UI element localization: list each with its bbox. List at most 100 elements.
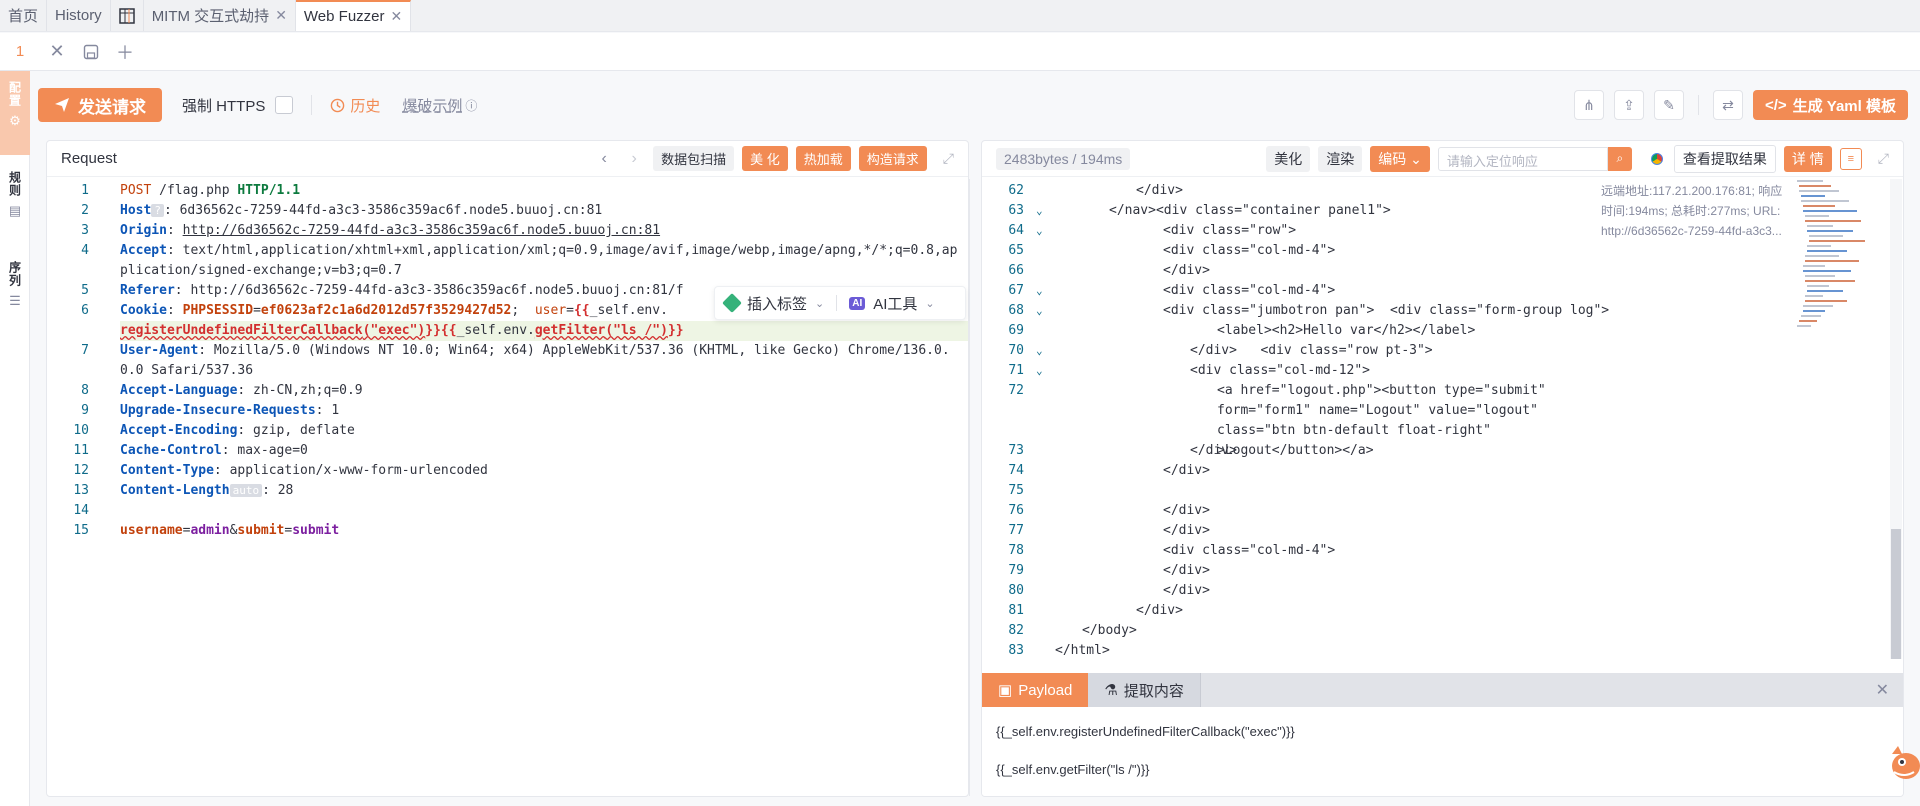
- tab-extract[interactable]: ⚗ 提取内容: [1088, 673, 1201, 707]
- line-number: 80: [1008, 583, 1024, 598]
- header-key: Origin: [120, 223, 167, 238]
- code-line: </div>: [1163, 583, 1210, 598]
- search-icon[interactable]: ⌕: [1607, 146, 1632, 171]
- template-open: {{: [440, 323, 457, 338]
- send-request-button[interactable]: 发送请求: [38, 88, 162, 122]
- tab-payload[interactable]: ▣ Payload: [982, 673, 1089, 707]
- header-key: User-Agent: [120, 343, 199, 358]
- locate-response-input[interactable]: 请输入定位响应: [1437, 146, 1608, 171]
- fold-chevron-icon[interactable]: ⌄: [1036, 201, 1043, 221]
- code-icon: </>: [1764, 96, 1787, 114]
- chevron-right-icon[interactable]: ›: [623, 150, 645, 168]
- generate-yaml-label: 生成 Yaml 模板: [1792, 97, 1896, 115]
- response-panel: 2483bytes / 194ms 美化 渲染 编码 ⌄ 请输入定位响应 ⌕ 查…: [981, 140, 1904, 797]
- fold-chevron-icon[interactable]: ⌄: [1036, 221, 1043, 241]
- sidebar-item-rules[interactable]: 规则 ▤: [0, 161, 30, 251]
- divider: [1697, 95, 1699, 115]
- beautify-button[interactable]: 美 化: [742, 146, 788, 171]
- line-number: 69: [1008, 323, 1024, 338]
- tab-web-fuzzer[interactable]: Web Fuzzer ✕: [295, 0, 412, 31]
- host-badge[interactable]: ?: [151, 204, 164, 217]
- fold-chevron-icon[interactable]: ⌄: [1036, 341, 1043, 361]
- history-button[interactable]: 历史: [330, 95, 380, 116]
- code-line: </div>: [1190, 443, 1237, 458]
- mascot-icon[interactable]: [1884, 742, 1920, 782]
- export-icon[interactable]: ⇪: [1613, 90, 1644, 120]
- save-icon[interactable]: [74, 35, 108, 69]
- code-line: Content-Type: application/x-www-form-url…: [120, 461, 960, 481]
- subtab-1[interactable]: 1: [0, 43, 40, 60]
- scrollbar-thumb[interactable]: [1891, 529, 1901, 659]
- fullscreen-icon[interactable]: ⤢: [943, 150, 954, 167]
- line-number: 75: [1008, 483, 1024, 498]
- packet-scan-button[interactable]: 数据包扫描: [653, 146, 735, 171]
- response-scrollbar[interactable]: [1890, 179, 1902, 659]
- line-number: 2: [81, 203, 89, 218]
- auto-badge[interactable]: auto: [229, 484, 263, 497]
- code-line: Cache-Control: max-age=0: [120, 441, 960, 461]
- line-number: 1: [81, 183, 89, 198]
- code-line: </body>: [1082, 623, 1137, 638]
- fullscreen-icon[interactable]: ⤢: [1878, 150, 1889, 167]
- comment-icon[interactable]: ≡: [1839, 147, 1862, 170]
- header-key: Cache-Control: [120, 443, 222, 458]
- ai-tool-button[interactable]: AI工具: [873, 293, 917, 314]
- generate-yaml-button[interactable]: </> 生成 Yaml 模板: [1752, 90, 1908, 120]
- tab-mitm[interactable]: MITM 交互式劫持 ✕: [144, 0, 296, 31]
- sidebar-item-config[interactable]: 配置 ⚙: [0, 71, 30, 155]
- beautify-button[interactable]: 美化: [1266, 145, 1311, 172]
- encode-dropdown[interactable]: 编码 ⌄: [1370, 145, 1430, 172]
- chrome-icon[interactable]: [1647, 149, 1666, 168]
- line-number: 3: [81, 223, 89, 238]
- fold-chevron-icon[interactable]: ⌄: [1036, 361, 1043, 381]
- editor-scrollbar[interactable]: [969, 179, 970, 796]
- line-number: 78: [1008, 543, 1024, 558]
- code-line: <div class="col-md-4">: [1163, 283, 1336, 298]
- chevron-down-icon[interactable]: ⌄: [925, 297, 934, 310]
- code-minimap[interactable]: [1795, 177, 1875, 352]
- build-request-button[interactable]: 构造请求: [858, 146, 927, 171]
- line-number: 77: [1008, 523, 1024, 538]
- swap-icon[interactable]: ⇄: [1712, 90, 1743, 120]
- line-number: 10: [73, 423, 89, 438]
- tab-web-fuzzer-label: Web Fuzzer: [303, 8, 385, 25]
- sidebar-item-sequence[interactable]: 序列 ☰: [0, 251, 30, 341]
- origin-url[interactable]: http://6d36562c-7259-44fd-a3c3-3586c359a…: [183, 223, 660, 238]
- template-text: _self.env.: [456, 323, 535, 338]
- insert-tag-button[interactable]: 插入标签: [747, 293, 807, 314]
- view-extract-button[interactable]: 查看提取结果: [1673, 144, 1776, 173]
- tab-history[interactable]: History: [47, 0, 111, 31]
- header-key: Content-Type: [120, 463, 214, 478]
- close-icon[interactable]: ✕: [1876, 673, 1889, 707]
- edit-icon[interactable]: ✎: [1653, 90, 1684, 120]
- code-line: Cookie: PHPSESSID=ef0623af2c1a6d2012d57f…: [120, 303, 668, 318]
- fold-chevron-icon[interactable]: ⌄: [1036, 281, 1043, 301]
- brute-example-link[interactable]: 爆破示例: [402, 95, 462, 116]
- template-text: _self.env.: [589, 303, 668, 318]
- line-number: 62: [1008, 183, 1024, 198]
- chevron-down-icon[interactable]: ⌄: [815, 297, 824, 310]
- tab-table-icon[interactable]: [111, 0, 144, 31]
- https-checkbox[interactable]: [275, 96, 294, 114]
- code-line: Accept-Encoding: gzip, deflate: [120, 421, 960, 441]
- send-icon: [55, 98, 69, 112]
- share-icon[interactable]: ⋔: [1573, 90, 1604, 120]
- fold-chevron-icon[interactable]: ⌄: [1036, 301, 1043, 321]
- hotload-button[interactable]: 热加载: [795, 146, 851, 171]
- render-button[interactable]: 渲染: [1318, 145, 1363, 172]
- http-method: POST: [120, 183, 152, 198]
- line-number: 13: [73, 483, 89, 498]
- code-line: </div>: [1163, 503, 1210, 518]
- https-label: 强制 HTTPS: [182, 97, 266, 115]
- header-value: : Mozilla/5.0 (Windows NT 10.0; Win64; x…: [120, 343, 950, 378]
- code-line: </div>: [1163, 563, 1210, 578]
- tab-home[interactable]: 首页: [0, 0, 48, 31]
- template-close: }}: [425, 323, 441, 338]
- add-icon[interactable]: ＋: [108, 35, 142, 69]
- chevron-left-icon[interactable]: ‹: [593, 150, 615, 168]
- layers-icon: ☰: [9, 293, 21, 308]
- close-icon[interactable]: ✕: [391, 8, 403, 25]
- close-icon[interactable]: ✕: [275, 7, 287, 24]
- close-icon[interactable]: ✕: [40, 35, 74, 69]
- detail-button[interactable]: 详 情: [1783, 145, 1832, 172]
